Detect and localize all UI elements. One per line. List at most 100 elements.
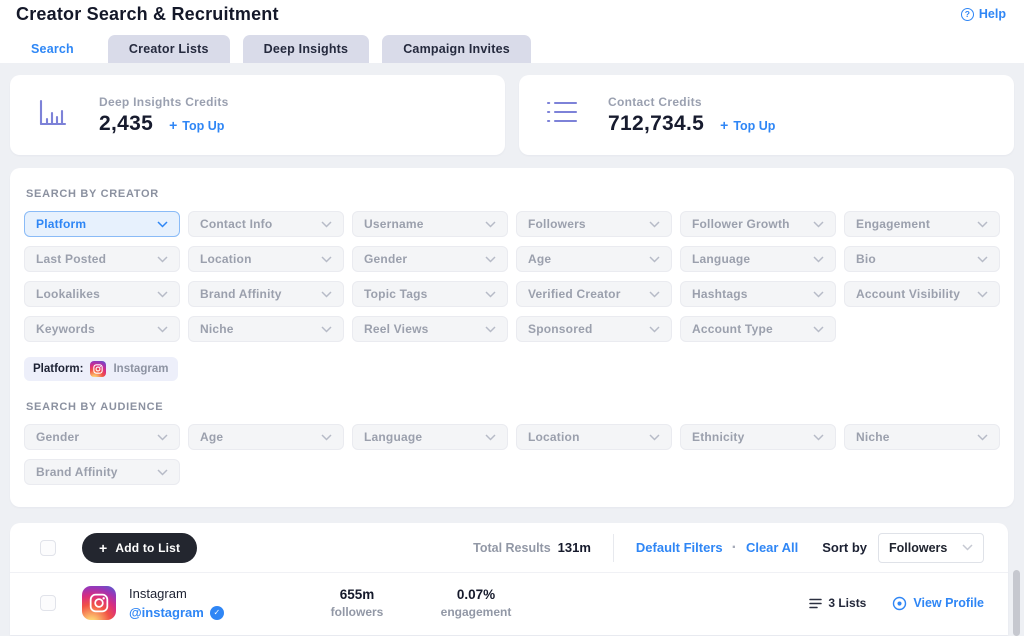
plus-icon: +	[169, 117, 177, 133]
followers-stat: 655m followers	[311, 587, 403, 619]
audience-filter-grid: Gender Age Language Location Ethnicity N…	[24, 424, 1000, 485]
dot-separator: ·	[732, 539, 737, 557]
plus-icon: +	[720, 117, 728, 133]
lists-button[interactable]: 3 Lists	[809, 596, 866, 610]
filter-niche[interactable]: Niche	[188, 316, 344, 342]
creator-filter-grid: Platform Contact Info Username Followers…	[24, 211, 1000, 342]
default-filters-link[interactable]: Default Filters	[636, 540, 723, 555]
help-link[interactable]: ? Help	[961, 7, 1006, 21]
filter-account-type[interactable]: Account Type	[680, 316, 836, 342]
audience-filter-ethnicity[interactable]: Ethnicity	[680, 424, 836, 450]
credit-label: Contact Credits	[608, 95, 775, 109]
filter-contact-info[interactable]: Contact Info	[188, 211, 344, 237]
filter-topic-tags[interactable]: Topic Tags	[352, 281, 508, 307]
verified-badge-icon: ✓	[210, 606, 224, 620]
instagram-icon	[90, 361, 106, 377]
filter-last-posted[interactable]: Last Posted	[24, 246, 180, 272]
chevron-down-icon	[157, 469, 168, 476]
credits-row: Deep Insights Credits 2,435 + Top Up Con…	[10, 75, 1014, 155]
help-icon: ?	[961, 8, 974, 21]
filter-brand-affinity[interactable]: Brand Affinity	[188, 281, 344, 307]
filter-gender[interactable]: Gender	[352, 246, 508, 272]
filter-lookalikes[interactable]: Lookalikes	[24, 281, 180, 307]
row-checkbox[interactable]	[40, 595, 56, 611]
list-lines-icon	[809, 598, 822, 609]
filter-location[interactable]: Location	[188, 246, 344, 272]
sort-select[interactable]: Followers	[878, 533, 984, 563]
engagement-stat: 0.07% engagement	[417, 587, 535, 619]
creator-result-row: Instagram @instagram ✓ 655m followers 0.…	[10, 573, 1008, 635]
chevron-down-icon	[977, 434, 988, 441]
chevron-down-icon	[321, 221, 332, 228]
chevron-down-icon	[321, 434, 332, 441]
results-card: + Add to List Total Results 131m Default…	[10, 523, 1008, 635]
filter-username[interactable]: Username	[352, 211, 508, 237]
filter-account-visibility[interactable]: Account Visibility	[844, 281, 1000, 307]
chevron-down-icon	[649, 221, 660, 228]
chevron-down-icon	[977, 256, 988, 263]
deep-insights-credits-card: Deep Insights Credits 2,435 + Top Up	[10, 75, 505, 155]
chevron-down-icon	[813, 256, 824, 263]
page-header: Creator Search & Recruitment ? Help Sear…	[0, 0, 1024, 63]
page-title: Creator Search & Recruitment	[16, 4, 279, 25]
chevron-down-icon	[813, 326, 824, 333]
filter-hashtags[interactable]: Hashtags	[680, 281, 836, 307]
view-profile-button[interactable]: View Profile	[892, 596, 984, 611]
chevron-down-icon	[321, 326, 332, 333]
chevron-down-icon	[649, 434, 660, 441]
chevron-down-icon	[813, 291, 824, 298]
audience-filter-brand-affinity[interactable]: Brand Affinity	[24, 459, 180, 485]
sort-by-label: Sort by	[822, 540, 867, 555]
filter-reel-views[interactable]: Reel Views	[352, 316, 508, 342]
platform-instagram-chip[interactable]: Platform: Instagram	[24, 357, 178, 381]
tab-creator-lists[interactable]: Creator Lists	[108, 35, 230, 63]
chevron-down-icon	[321, 256, 332, 263]
audience-filter-age[interactable]: Age	[188, 424, 344, 450]
filter-verified-creator[interactable]: Verified Creator	[516, 281, 672, 307]
total-results-label: Total Results	[473, 541, 551, 555]
chevron-down-icon	[649, 256, 660, 263]
audience-filter-gender[interactable]: Gender	[24, 424, 180, 450]
filter-platform[interactable]: Platform	[24, 211, 180, 237]
chevron-down-icon	[157, 291, 168, 298]
total-results-value: 131m	[558, 540, 591, 555]
chevron-down-icon	[962, 544, 973, 551]
tab-campaign-invites[interactable]: Campaign Invites	[382, 35, 531, 63]
chevron-down-icon	[321, 291, 332, 298]
credit-value: 2,435	[99, 112, 153, 136]
audience-filter-language[interactable]: Language	[352, 424, 508, 450]
audience-filter-niche[interactable]: Niche	[844, 424, 1000, 450]
creator-handle-link[interactable]: @instagram	[129, 605, 204, 620]
tab-search[interactable]: Search	[10, 35, 95, 63]
chevron-down-icon	[157, 434, 168, 441]
filter-engagement[interactable]: Engagement	[844, 211, 1000, 237]
filter-age[interactable]: Age	[516, 246, 672, 272]
add-to-list-button[interactable]: + Add to List	[82, 533, 197, 563]
chevron-down-icon	[485, 221, 496, 228]
filter-sponsored[interactable]: Sponsored	[516, 316, 672, 342]
topup-button[interactable]: + Top Up	[169, 117, 224, 133]
clear-all-link[interactable]: Clear All	[746, 540, 798, 555]
chevron-down-icon	[649, 291, 660, 298]
creator-name: Instagram	[129, 586, 311, 601]
filter-followers[interactable]: Followers	[516, 211, 672, 237]
filter-bio[interactable]: Bio	[844, 246, 1000, 272]
filter-keywords[interactable]: Keywords	[24, 316, 180, 342]
scrollbar-thumb[interactable]	[1013, 570, 1020, 636]
chevron-down-icon	[977, 291, 988, 298]
tab-deep-insights[interactable]: Deep Insights	[243, 35, 370, 63]
filter-follower-growth[interactable]: Follower Growth	[680, 211, 836, 237]
chevron-down-icon	[485, 434, 496, 441]
search-filters-card: SEARCH BY CREATOR Platform Contact Info …	[10, 168, 1014, 507]
audience-filter-location[interactable]: Location	[516, 424, 672, 450]
plus-icon: +	[99, 543, 107, 553]
chevron-down-icon	[485, 256, 496, 263]
chevron-down-icon	[157, 221, 168, 228]
chevron-down-icon	[485, 291, 496, 298]
select-all-checkbox[interactable]	[40, 540, 56, 556]
topup-button[interactable]: + Top Up	[720, 117, 775, 133]
list-icon	[546, 100, 580, 131]
chevron-down-icon	[649, 326, 660, 333]
credit-value: 712,734.5	[608, 112, 704, 136]
filter-language[interactable]: Language	[680, 246, 836, 272]
